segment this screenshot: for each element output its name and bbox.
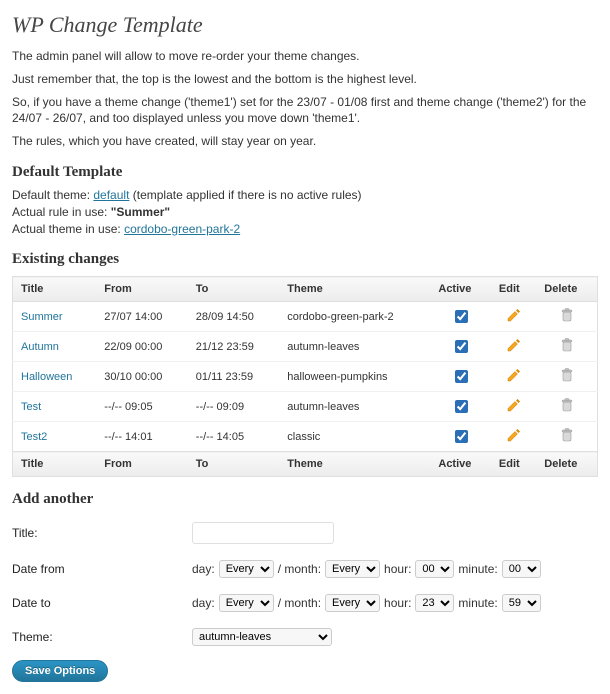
day-label-2: day:	[192, 596, 215, 610]
col-footer-to: To	[188, 452, 280, 477]
row-title-link[interactable]: Test	[21, 401, 41, 413]
pencil-icon[interactable]	[506, 427, 522, 443]
row-active-checkbox[interactable]	[455, 400, 468, 413]
row-active-checkbox[interactable]	[455, 370, 468, 383]
col-header-from: From	[96, 277, 188, 302]
col-header-title: Title	[13, 277, 97, 302]
theme-select[interactable]: autumn-leaves	[192, 628, 332, 646]
default-theme-line: Default theme: default (template applied…	[12, 187, 598, 237]
row-from: 22/09 00:00	[96, 332, 188, 362]
row-to: 21/12 23:59	[188, 332, 280, 362]
trash-icon[interactable]	[559, 397, 575, 413]
row-active-checkbox[interactable]	[455, 430, 468, 443]
table-row: Autumn 22/09 00:0021/12 23:59autumn-leave…	[13, 332, 598, 362]
row-title-link[interactable]: Summer	[21, 311, 63, 323]
col-header-theme: Theme	[279, 277, 430, 302]
col-header-active: Active	[430, 277, 491, 302]
date-from-minute-select[interactable]: 00	[502, 560, 541, 578]
existing-changes-heading: Existing changes	[12, 251, 598, 268]
row-theme: cordobo-green-park-2	[279, 302, 430, 332]
row-from: --/-- 14:01	[96, 422, 188, 452]
trash-icon[interactable]	[559, 307, 575, 323]
actual-rule-label: Actual rule in use:	[12, 205, 111, 219]
row-from: 27/07 14:00	[96, 302, 188, 332]
theme-label: Theme:	[12, 630, 192, 644]
hour-label: hour:	[384, 562, 411, 576]
date-to-label: Date to	[12, 596, 192, 610]
trash-icon[interactable]	[559, 427, 575, 443]
actual-theme-link[interactable]: cordobo-green-park-2	[124, 222, 240, 236]
pencil-icon[interactable]	[506, 337, 522, 353]
month-label-2: / month:	[278, 596, 321, 610]
row-theme: autumn-leaves	[279, 332, 430, 362]
month-label: / month:	[278, 562, 321, 576]
date-from-hour-select[interactable]: 00	[415, 560, 454, 578]
row-theme: halloween-pumpkins	[279, 362, 430, 392]
col-header-delete: Delete	[536, 277, 597, 302]
intro-line-1: The admin panel will allow to move re-or…	[12, 48, 598, 65]
default-theme-link[interactable]: default	[93, 188, 129, 202]
date-to-day-select[interactable]: Every	[219, 594, 274, 612]
hour-label-2: hour:	[384, 596, 411, 610]
col-footer-theme: Theme	[279, 452, 430, 477]
trash-icon[interactable]	[559, 337, 575, 353]
intro-line-4: The rules, which you have created, will …	[12, 133, 598, 150]
row-from: --/-- 09:05	[96, 392, 188, 422]
pencil-icon[interactable]	[506, 367, 522, 383]
page-title: WP Change Template	[12, 12, 598, 38]
intro-line-2: Just remember that, the top is the lowes…	[12, 71, 598, 88]
add-another-heading: Add another	[12, 491, 598, 508]
date-to-month-select[interactable]: Every	[325, 594, 380, 612]
day-label: day:	[192, 562, 215, 576]
default-theme-suffix: (template applied if there is no active …	[133, 188, 362, 202]
row-title-link[interactable]: Halloween	[21, 371, 72, 383]
row-to: --/-- 09:09	[188, 392, 280, 422]
title-input[interactable]	[192, 522, 334, 544]
default-template-heading: Default Template	[12, 164, 598, 181]
col-footer-delete: Delete	[536, 452, 597, 477]
col-footer-edit: Edit	[491, 452, 536, 477]
col-footer-active: Active	[430, 452, 491, 477]
row-active-checkbox[interactable]	[455, 340, 468, 353]
row-active-checkbox[interactable]	[455, 310, 468, 323]
pencil-icon[interactable]	[506, 397, 522, 413]
row-to: 01/11 23:59	[188, 362, 280, 392]
col-footer-title: Title	[13, 452, 97, 477]
row-to: --/-- 14:05	[188, 422, 280, 452]
date-to-minute-select[interactable]: 59	[502, 594, 541, 612]
minute-label: minute:	[458, 562, 497, 576]
trash-icon[interactable]	[559, 367, 575, 383]
table-row: Halloween 30/10 00:0001/11 23:59halloween…	[13, 362, 598, 392]
pencil-icon[interactable]	[506, 307, 522, 323]
minute-label-2: minute:	[458, 596, 497, 610]
table-row: Test --/-- 09:05--/-- 09:09autumn-leaves	[13, 392, 598, 422]
col-header-edit: Edit	[491, 277, 536, 302]
col-footer-from: From	[96, 452, 188, 477]
row-to: 28/09 14:50	[188, 302, 280, 332]
row-theme: classic	[279, 422, 430, 452]
table-row: Test2 --/-- 14:01--/-- 14:05classic	[13, 422, 598, 452]
date-from-month-select[interactable]: Every	[325, 560, 380, 578]
row-title-link[interactable]: Test2	[21, 431, 47, 443]
default-theme-label: Default theme:	[12, 188, 93, 202]
date-from-label: Date from	[12, 562, 192, 576]
table-row: Summer 27/07 14:0028/09 14:50cordobo-gree…	[13, 302, 598, 332]
intro-line-3: So, if you have a theme change ('theme1'…	[12, 94, 598, 128]
existing-changes-table: Title From To Theme Active Edit Delete S…	[12, 276, 598, 477]
row-theme: autumn-leaves	[279, 392, 430, 422]
col-header-to: To	[188, 277, 280, 302]
title-label: Title:	[12, 526, 192, 540]
row-title-link[interactable]: Autumn	[21, 341, 59, 353]
actual-theme-label: Actual theme in use:	[12, 222, 124, 236]
date-to-hour-select[interactable]: 23	[415, 594, 454, 612]
row-from: 30/10 00:00	[96, 362, 188, 392]
save-options-button[interactable]: Save Options	[12, 660, 108, 682]
actual-rule-value: "Summer"	[111, 205, 170, 219]
date-from-day-select[interactable]: Every	[219, 560, 274, 578]
